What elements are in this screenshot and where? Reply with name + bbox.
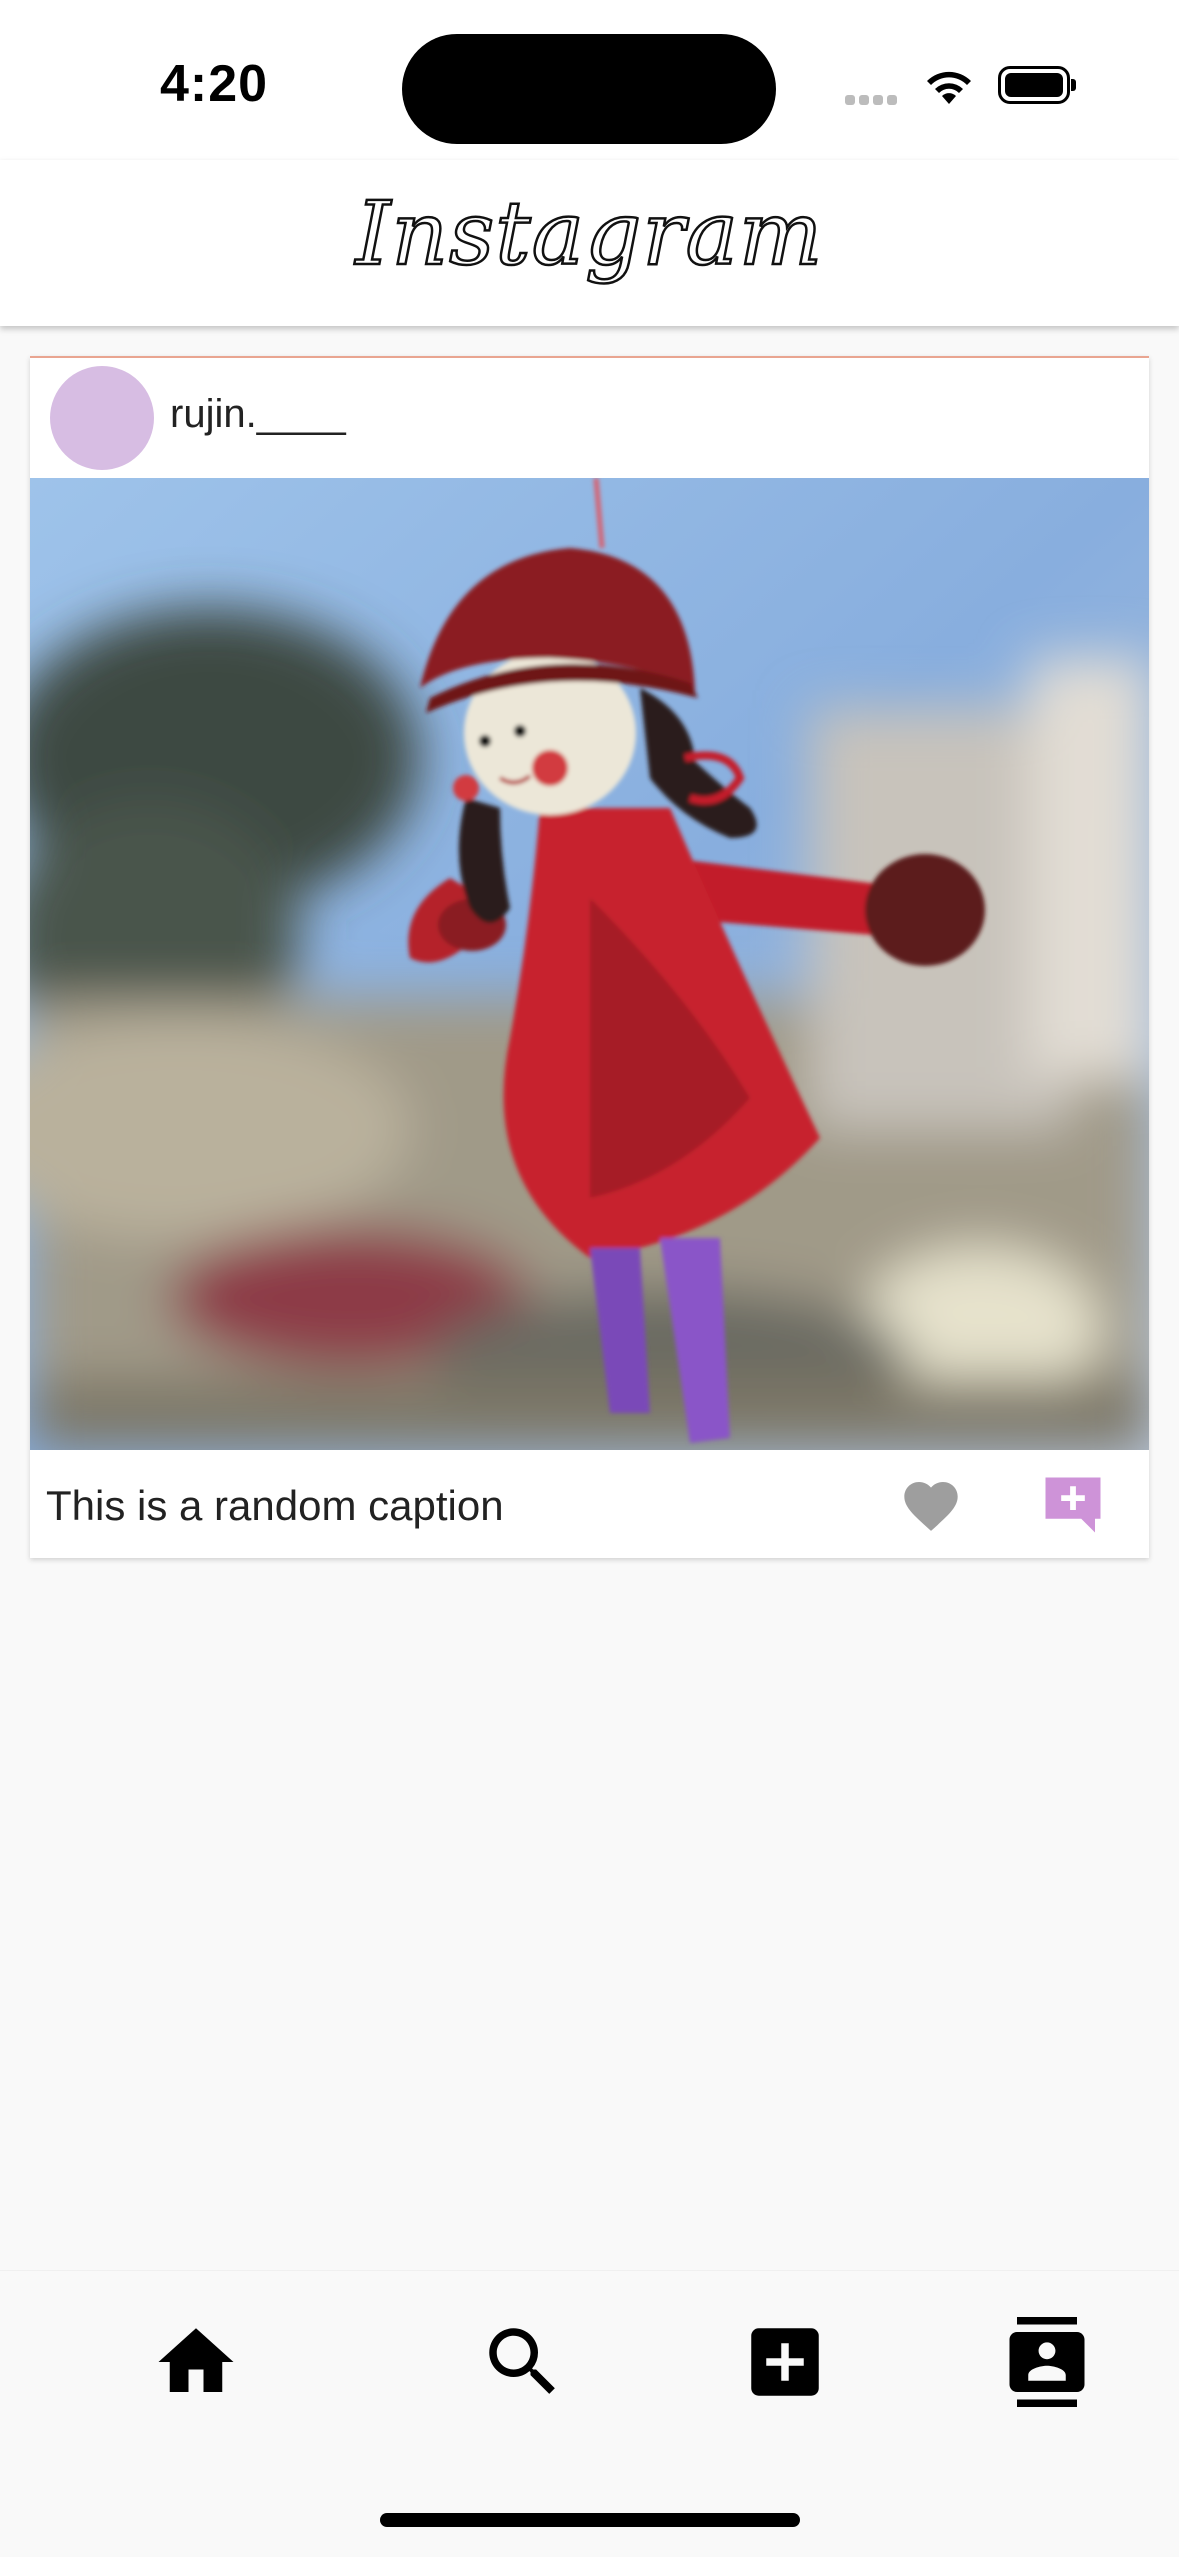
avatar[interactable] bbox=[50, 366, 154, 470]
home-indicator[interactable] bbox=[380, 2513, 800, 2527]
nav-add-post-icon[interactable] bbox=[740, 2317, 830, 2407]
dynamic-island bbox=[402, 34, 776, 144]
app-bar: Instagram bbox=[0, 160, 1179, 326]
post-card: rujin.____ This is a random caption bbox=[30, 356, 1149, 1558]
nav-profile-icon[interactable] bbox=[1002, 2317, 1092, 2407]
nav-search-icon[interactable] bbox=[478, 2317, 568, 2407]
app-logo-title: Instagram bbox=[354, 181, 824, 287]
heart-icon[interactable] bbox=[898, 1474, 964, 1538]
status-bar: 4:20 bbox=[0, 0, 1179, 160]
nav-home-icon[interactable] bbox=[151, 2317, 241, 2407]
post-photo[interactable] bbox=[30, 478, 1149, 1450]
post-footer: This is a random caption bbox=[30, 1450, 1149, 1558]
post-header: rujin.____ bbox=[30, 358, 1149, 478]
post-caption: This is a random caption bbox=[46, 1482, 504, 1529]
wifi-icon bbox=[922, 64, 976, 111]
status-time: 4:20 bbox=[160, 55, 269, 113]
cellular-signal-icon bbox=[845, 92, 901, 110]
battery-icon bbox=[998, 66, 1076, 104]
add-comment-icon[interactable] bbox=[1040, 1472, 1106, 1538]
post-username[interactable]: rujin.____ bbox=[170, 392, 346, 437]
